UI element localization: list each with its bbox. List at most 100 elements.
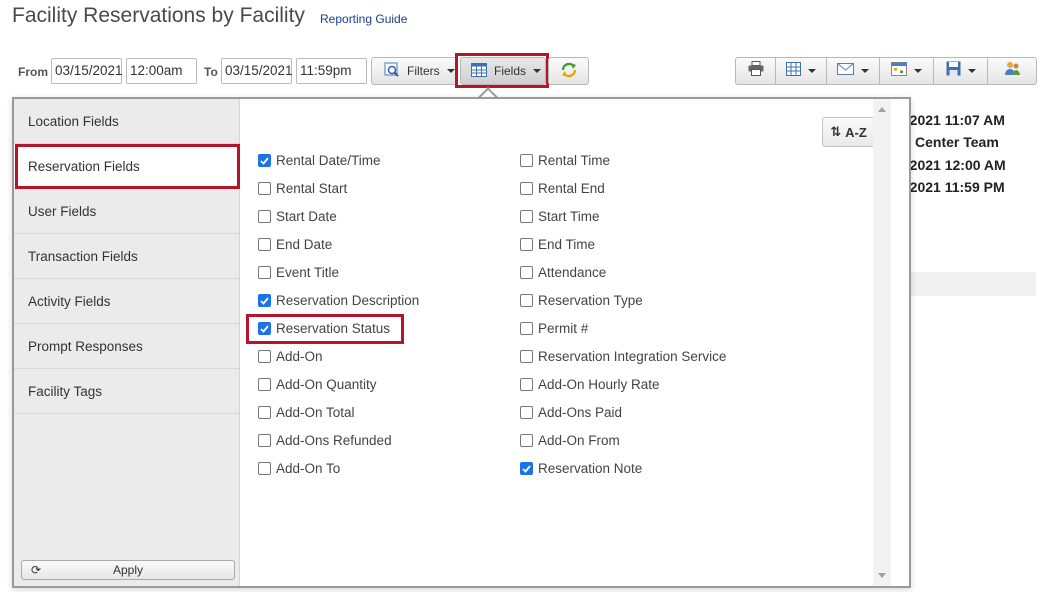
chevron-down-icon bbox=[914, 69, 922, 73]
refresh-button[interactable] bbox=[548, 57, 589, 85]
email-button[interactable] bbox=[827, 58, 880, 84]
field-option-add-on-total[interactable]: Add-On Total bbox=[258, 405, 355, 420]
sidebar-item-transaction-fields[interactable]: Transaction Fields bbox=[14, 234, 239, 279]
field-option-reservation-description[interactable]: Reservation Description bbox=[258, 293, 419, 308]
apply-label: Apply bbox=[112, 563, 144, 577]
field-option-reservation-integration-service[interactable]: Reservation Integration Service bbox=[520, 349, 726, 364]
checkbox[interactable] bbox=[520, 406, 533, 419]
checkbox[interactable] bbox=[258, 238, 271, 251]
field-option-permit[interactable]: Permit # bbox=[520, 321, 588, 336]
field-option-reservation-note[interactable]: Reservation Note bbox=[520, 461, 642, 476]
field-option-label: Rental Start bbox=[276, 181, 348, 196]
field-option-add-ons-paid[interactable]: Add-Ons Paid bbox=[520, 405, 622, 420]
checkbox[interactable] bbox=[520, 266, 533, 279]
field-option-label: Reservation Note bbox=[538, 461, 643, 476]
field-option-label: Start Time bbox=[538, 209, 600, 224]
chevron-down-icon bbox=[967, 69, 976, 73]
print-button[interactable] bbox=[736, 58, 776, 84]
field-option-label: Reservation Description bbox=[276, 293, 420, 308]
field-option-label: Add-On Quantity bbox=[276, 377, 377, 392]
checkbox[interactable] bbox=[520, 322, 533, 335]
field-option-add-on-hourly-rate[interactable]: Add-On Hourly Rate bbox=[520, 377, 660, 392]
fields-button[interactable]: Fields bbox=[460, 57, 546, 85]
from-time-input[interactable]: 12:00am bbox=[126, 58, 197, 84]
sidebar-item-prompt-responses[interactable]: Prompt Responses bbox=[14, 324, 239, 369]
field-category-sidebar: Location Fields Reservation Fields User … bbox=[14, 99, 240, 586]
field-list: ⇅ A-Z Rental Date/Time Rental Start Start … bbox=[240, 99, 891, 586]
field-option-label: Event Title bbox=[276, 265, 340, 280]
field-option-add-on[interactable]: Add-On bbox=[258, 349, 323, 364]
schedule-button[interactable] bbox=[880, 58, 934, 84]
checkbox[interactable] bbox=[258, 210, 271, 223]
share-button[interactable] bbox=[988, 58, 1036, 84]
checkbox[interactable] bbox=[258, 350, 271, 363]
report-header-row bbox=[910, 272, 1036, 296]
field-option-event-title[interactable]: Event Title bbox=[258, 265, 339, 280]
field-option-label: Rental End bbox=[538, 181, 605, 196]
checkbox[interactable] bbox=[520, 182, 533, 195]
fields-label: Fields bbox=[494, 64, 527, 78]
apply-button[interactable]: ⟳ Apply bbox=[21, 560, 235, 580]
checkbox[interactable] bbox=[258, 266, 271, 279]
field-option-add-on-quantity[interactable]: Add-On Quantity bbox=[258, 377, 377, 392]
report-start-date: 5/2021 12:00 AM bbox=[898, 157, 1006, 173]
checkbox[interactable] bbox=[258, 182, 271, 195]
scroll-up-icon bbox=[878, 107, 886, 112]
field-option-label: Rental Date/Time bbox=[276, 153, 381, 168]
field-option-attendance[interactable]: Attendance bbox=[520, 265, 606, 280]
scroll-down-icon bbox=[878, 573, 886, 578]
to-label: To bbox=[204, 65, 218, 79]
checkbox[interactable] bbox=[520, 378, 533, 391]
table-view-button[interactable] bbox=[776, 58, 827, 84]
field-option-rental-date-time[interactable]: Rental Date/Time bbox=[258, 153, 381, 168]
field-option-reservation-type[interactable]: Reservation Type bbox=[520, 293, 643, 308]
scrollbar[interactable] bbox=[873, 99, 891, 586]
field-option-add-on-to[interactable]: Add-On To bbox=[258, 461, 340, 476]
chevron-down-icon bbox=[446, 69, 455, 73]
field-option-rental-time[interactable]: Rental Time bbox=[520, 153, 610, 168]
checkbox[interactable] bbox=[258, 406, 271, 419]
sidebar-item-reservation-fields[interactable]: Reservation Fields bbox=[14, 144, 239, 189]
field-option-start-time[interactable]: Start Time bbox=[520, 209, 600, 224]
checkbox[interactable] bbox=[520, 210, 533, 223]
sort-az-button[interactable]: ⇅ A-Z bbox=[822, 117, 875, 147]
field-option-end-time[interactable]: End Time bbox=[520, 237, 595, 252]
checkbox[interactable] bbox=[520, 434, 533, 447]
reporting-guide-link[interactable]: Reporting Guide bbox=[320, 12, 407, 26]
field-option-label: Permit # bbox=[538, 321, 589, 336]
from-date-input[interactable]: 03/15/2021 bbox=[51, 58, 123, 84]
checkbox[interactable] bbox=[520, 350, 533, 363]
filters-button[interactable]: Filters bbox=[371, 57, 457, 85]
field-option-label: Add-Ons Paid bbox=[538, 405, 623, 420]
field-option-label: Rental Time bbox=[538, 153, 611, 168]
checkbox[interactable] bbox=[258, 294, 271, 307]
checkbox[interactable] bbox=[258, 462, 271, 475]
field-option-label: End Time bbox=[538, 237, 596, 252]
refresh-icon: ⟳ bbox=[31, 563, 42, 577]
field-option-label: Attendance bbox=[538, 265, 607, 280]
checkbox[interactable] bbox=[520, 154, 533, 167]
field-option-rental-start[interactable]: Rental Start bbox=[258, 181, 347, 196]
checkbox[interactable] bbox=[258, 322, 271, 335]
sidebar-item-facility-tags[interactable]: Facility Tags bbox=[14, 369, 239, 414]
checkbox[interactable] bbox=[258, 434, 271, 447]
sidebar-item-user-fields[interactable]: User Fields bbox=[14, 189, 239, 234]
checkbox[interactable] bbox=[258, 378, 271, 391]
field-option-rental-end[interactable]: Rental End bbox=[520, 181, 605, 196]
field-option-reservation-status[interactable]: Reservation Status bbox=[258, 321, 390, 336]
checkbox[interactable] bbox=[520, 238, 533, 251]
field-option-start-date[interactable]: Start Date bbox=[258, 209, 337, 224]
sidebar-item-activity-fields[interactable]: Activity Fields bbox=[14, 279, 239, 324]
field-option-add-on-from[interactable]: Add-On From bbox=[520, 433, 620, 448]
save-button[interactable] bbox=[934, 58, 988, 84]
field-option-end-date[interactable]: End Date bbox=[258, 237, 332, 252]
sidebar-item-location-fields[interactable]: Location Fields bbox=[14, 99, 239, 144]
field-option-label: Add-On Hourly Rate bbox=[538, 377, 660, 392]
schedule-icon bbox=[891, 61, 907, 81]
checkbox[interactable] bbox=[258, 154, 271, 167]
to-date-input[interactable]: 03/15/2021 bbox=[221, 58, 293, 84]
checkbox[interactable] bbox=[520, 462, 533, 475]
field-option-add-ons-refunded[interactable]: Add-Ons Refunded bbox=[258, 433, 392, 448]
to-time-input[interactable]: 11:59pm bbox=[296, 58, 367, 84]
checkbox[interactable] bbox=[520, 294, 533, 307]
